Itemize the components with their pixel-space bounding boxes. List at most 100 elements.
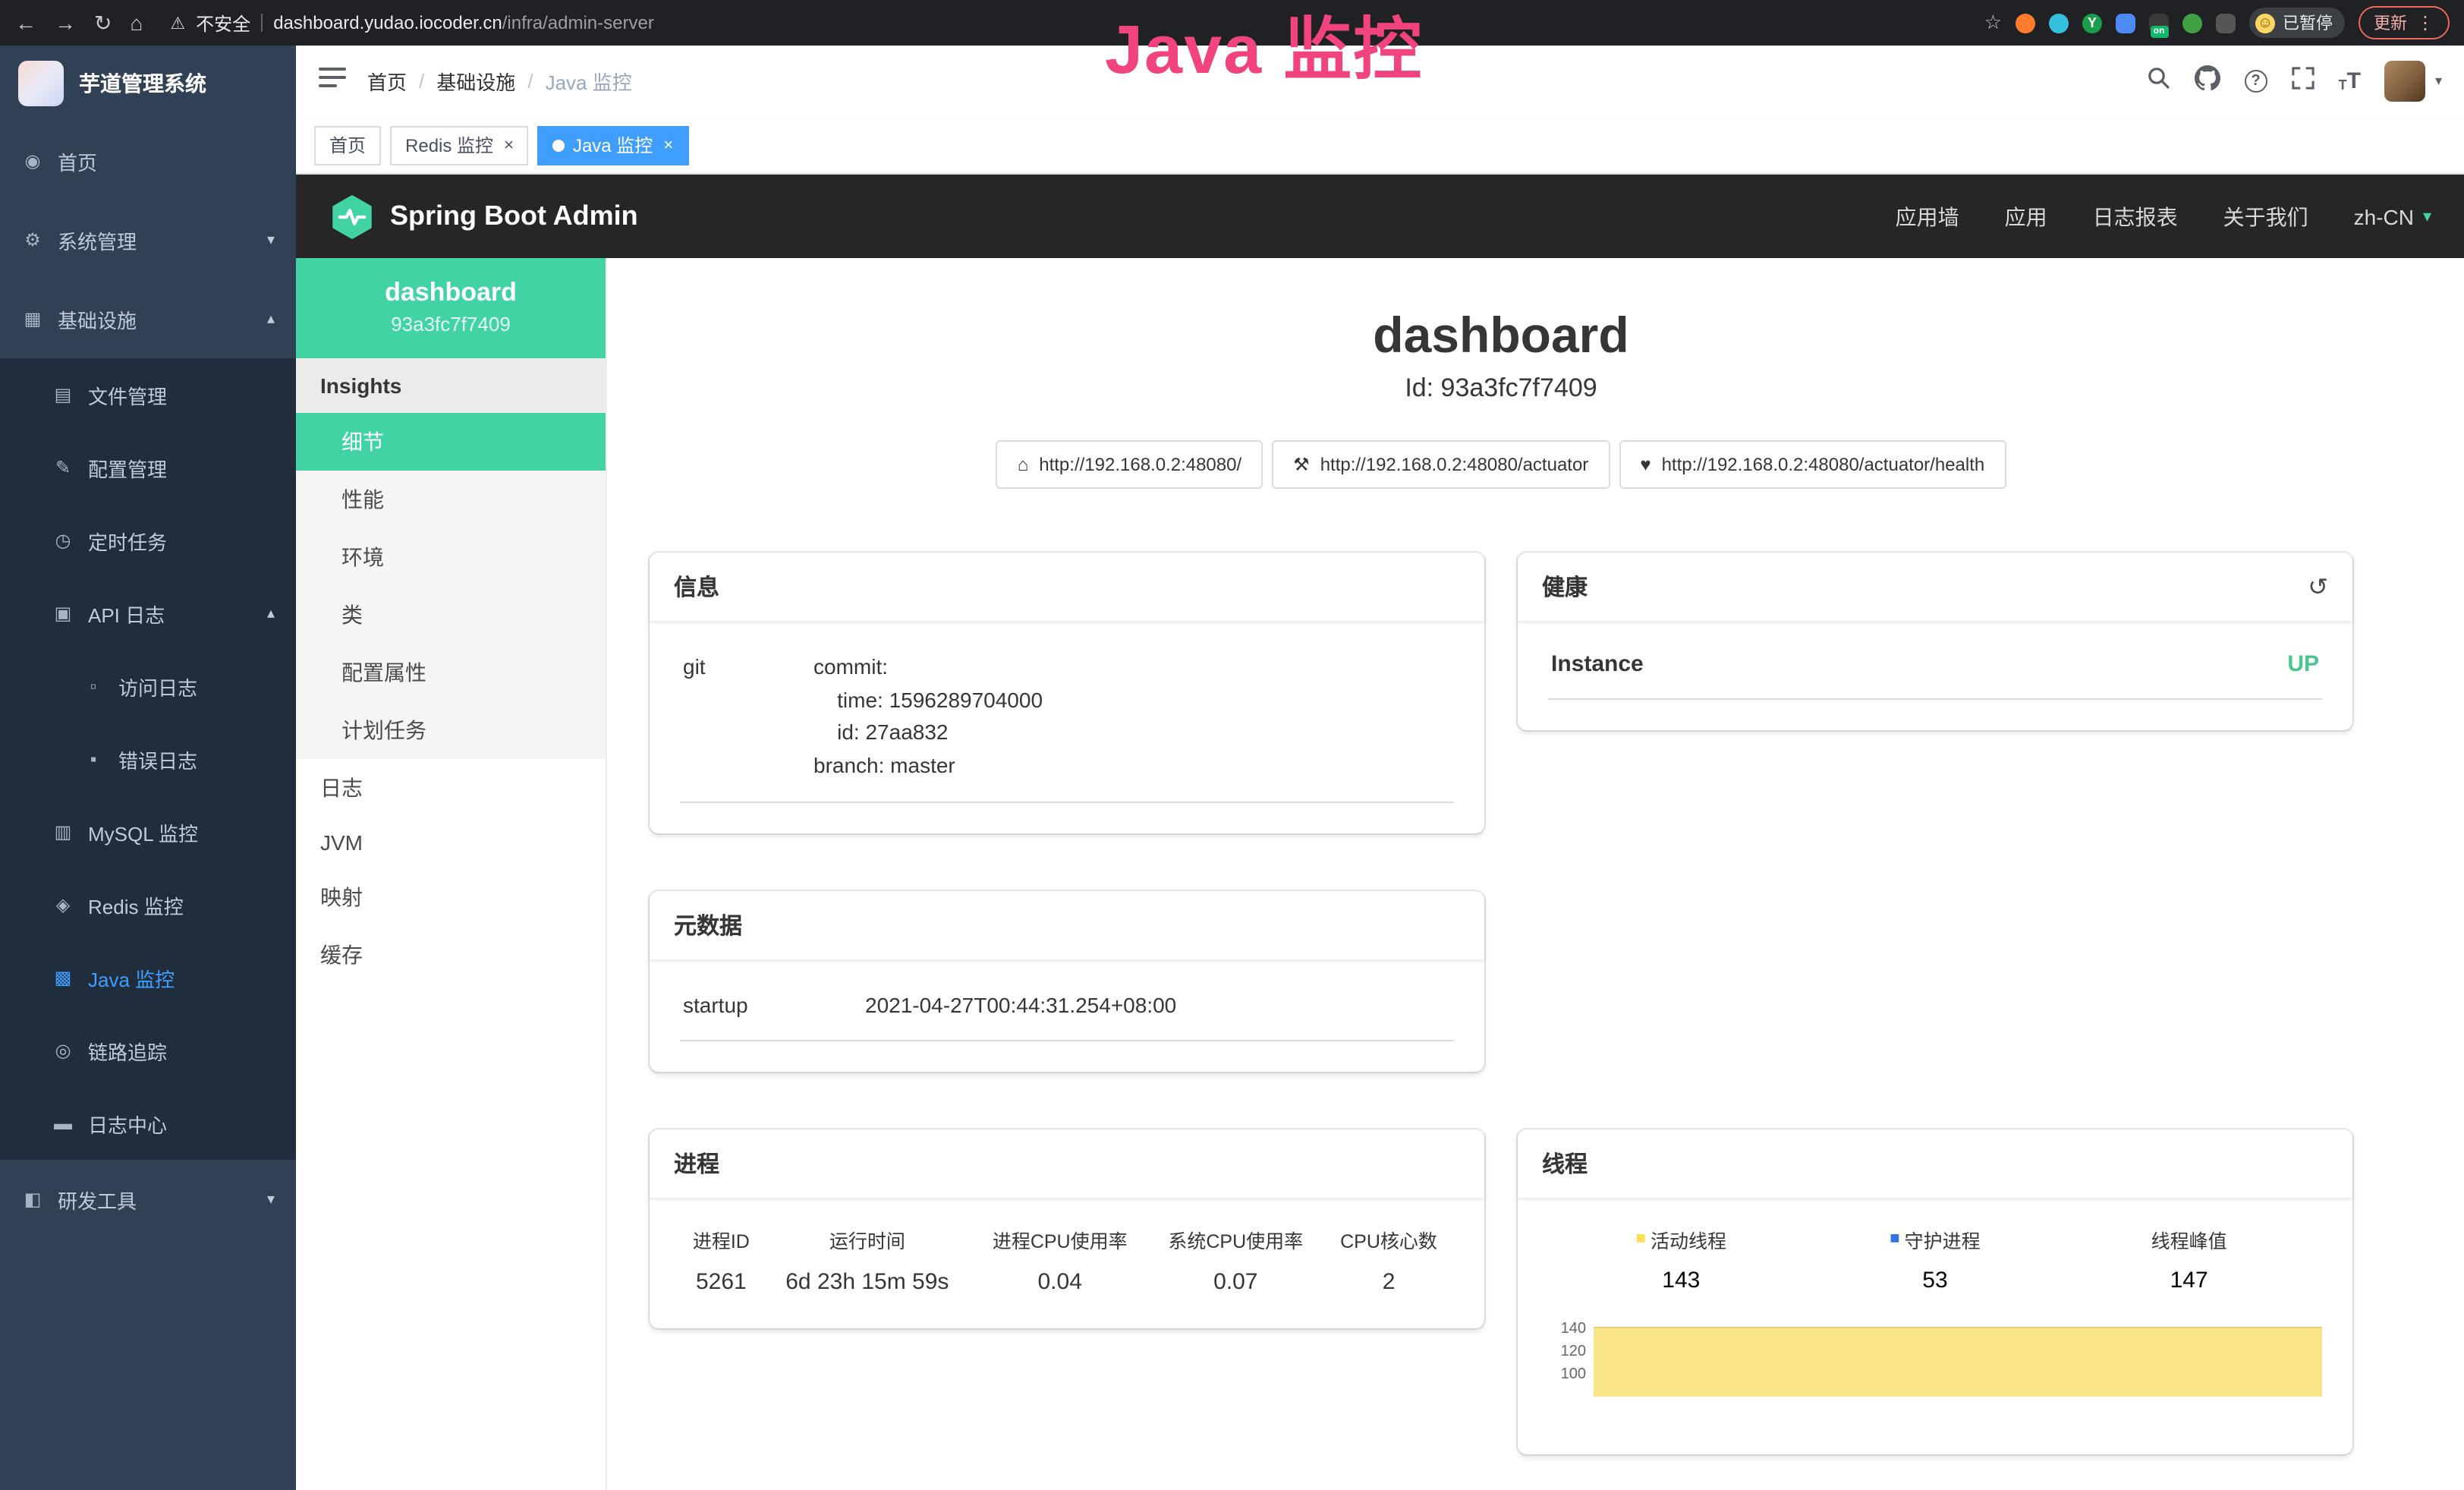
paused-badge-label: 已暂停 [2283,11,2333,35]
bookmark-star-icon[interactable]: ☆ [1984,11,2002,35]
extension-on-badge: on [2150,25,2168,37]
topbar-actions: ? TT ▾ [2146,61,2442,102]
sba-sidebar-item-caches[interactable]: 缓存 [296,926,606,984]
card-threads: 线程 ■活动线程 143 ■守护进程 [1518,1130,2352,1455]
status-badge: UP [2287,651,2319,677]
app-logo-avatar [18,61,64,106]
sidebar-item-file-management[interactable]: ▤ 文件管理 [0,358,296,431]
sba-nav-applications[interactable]: 应用 [2005,201,2047,232]
sba-sidebar-item-jvm[interactable]: JVM [296,817,606,868]
sba-sidebar-item-mappings[interactable]: 映射 [296,868,606,926]
extension-icon-grid[interactable] [2116,13,2135,33]
threads-chart-plot [1594,1318,2322,1425]
app-logo[interactable]: 芋道管理系统 [0,46,296,121]
instance-url-button[interactable]: ⌂http://192.168.0.2:48080/ [996,440,1263,489]
legend-item-daemon: ■守护进程 53 [1821,1226,2049,1294]
close-icon[interactable]: × [504,136,514,154]
sba-locale-select[interactable]: zh-CN▾ [2354,204,2431,228]
close-icon[interactable]: × [663,136,673,154]
extensions-puzzle-icon[interactable] [2216,13,2236,33]
info-value: commit: time: 1596289704000 id: 27aa832 … [813,651,1451,783]
url-text[interactable]: dashboard.yudao.iocoder.cn/infra/admin-s… [273,12,654,33]
sidebar-item-log-center[interactable]: ▬ 日志中心 [0,1087,296,1160]
sidebar-item-dev-tools[interactable]: ◧ 研发工具 ▾ [0,1160,296,1239]
github-icon[interactable] [2195,65,2220,98]
url-host: dashboard.yudao.iocoder.cn [273,12,502,33]
process-value: 2 [1323,1264,1454,1299]
fullscreen-icon[interactable] [2292,66,2315,96]
sidebar-item-api-logs[interactable]: ▣ API 日志 ▴ [0,577,296,650]
font-size-icon[interactable]: TT [2339,70,2361,93]
sba-sidebar-item-scheduled-tasks[interactable]: 计划任务 [296,701,606,759]
history-icon[interactable]: ↺ [2308,572,2328,602]
sidebar-item-redis-monitor[interactable]: ◈ Redis 监控 [0,868,296,941]
sidebar-item-label: 定时任务 [88,526,275,555]
legend-value: 143 [1567,1268,1795,1294]
browser-update-button[interactable]: 更新 ⋮ [2359,6,2450,39]
breadcrumb-infrastructure[interactable]: 基础设施 [436,67,515,96]
sidebar-item-tracing[interactable]: ◎ 链路追踪 [0,1014,296,1087]
security-warning-icon[interactable]: ⚠ [170,13,185,33]
chevron-down-icon: ▾ [2423,206,2431,226]
sba-sidebar-item-config-props[interactable]: 配置属性 [296,644,606,701]
sidebar-item-config-management[interactable]: ✎ 配置管理 [0,431,296,504]
access-log-icon: ▫ [82,676,105,697]
process-value: 0.07 [1148,1264,1324,1299]
sidebar-item-home[interactable]: ◉ 首页 [0,121,296,200]
app-sidebar: 芋道管理系统 ◉ 首页 ⚙ 系统管理 ▾ ▦ 基础设施 ▴ ▤ 文件管理 ✎ [0,46,296,1490]
sba-nav-about[interactable]: 关于我们 [2223,201,2308,232]
instance-title: dashboard [650,307,2352,364]
extension-icon-drop[interactable] [2049,13,2069,33]
sba-nav-wallboard[interactable]: 应用墙 [1896,201,1959,232]
sidebar-item-system-management[interactable]: ⚙ 系统管理 ▾ [0,200,296,279]
sba-nav-journal[interactable]: 日志报表 [2093,201,2178,232]
breadcrumb-home[interactable]: 首页 [367,67,407,96]
extension-icon-leaf[interactable] [2182,13,2202,33]
sidebar-item-scheduled-jobs[interactable]: ◷ 定时任务 [0,504,296,577]
sba-sidebar-item-environment[interactable]: 环境 [296,528,606,586]
sba-sidebar-item-metrics[interactable]: 性能 [296,471,606,528]
browser-menu-icon[interactable]: ⋮ [2416,12,2434,33]
sba-sidebar-item-loggers[interactable]: 日志 [296,759,606,817]
extension-icon-switch[interactable]: on [2149,13,2169,33]
refresh-icon[interactable]: ↻ [94,12,112,33]
log-icon: ▣ [52,603,74,624]
sidebar-item-access-logs[interactable]: ▫ 访问日志 [0,650,296,723]
forward-icon[interactable]: → [55,12,76,33]
sidebar-item-mysql-monitor[interactable]: ▥ MySQL 监控 [0,795,296,868]
extension-icon-y[interactable]: Y [2082,13,2102,33]
legend-value: 147 [2075,1268,2303,1294]
process-header: 进程CPU使用率 [972,1223,1148,1264]
sba-sidebar-item-details[interactable]: 细节 [296,413,606,471]
search-icon[interactable] [2146,65,2170,97]
metadata-key: startup [683,990,865,1022]
tab-home[interactable]: 首页 [314,125,381,165]
chevron-down-icon[interactable]: ▾ [2435,73,2442,90]
back-icon[interactable]: ← [15,12,36,33]
extension-icon-orange[interactable] [2016,13,2035,33]
tab-redis-monitor[interactable]: Redis 监控× [390,125,529,165]
error-log-icon: ▪ [82,748,105,770]
tab-label: 首页 [329,132,366,158]
sidebar-item-label: 链路追踪 [88,1036,275,1065]
hamburger-icon[interactable] [319,65,346,97]
sidebar-item-error-logs[interactable]: ▪ 错误日志 [0,723,296,795]
health-url-button[interactable]: ♥http://192.168.0.2:48080/actuator/healt… [1619,440,2006,489]
sidebar-item-infrastructure[interactable]: ▦ 基础设施 ▴ [0,279,296,358]
sba-instance-name: dashboard [311,278,590,308]
sidebar-item-label: 系统管理 [58,225,253,254]
sidebar-item-java-monitor[interactable]: ▩ Java 监控 [0,941,296,1014]
app-logo-title: 芋道管理系统 [79,68,206,99]
actuator-url-button[interactable]: ⚒http://192.168.0.2:48080/actuator [1272,440,1610,489]
help-icon[interactable]: ? [2245,70,2267,93]
paused-badge[interactable]: ☺ 已暂停 [2249,8,2345,38]
sba-instance-header[interactable]: dashboard 93a3fc7f7409 [296,258,606,358]
sba-brand[interactable]: Spring Boot Admin [390,200,638,232]
browser-home-icon[interactable]: ⌂ [130,12,143,33]
legend-square-daemon: ■ [1890,1232,1899,1249]
sba-sidebar-item-beans[interactable]: 类 [296,586,606,644]
sidebar-item-label: 访问日志 [118,672,275,701]
address-bar[interactable]: ⚠ 不安全 dashboard.yudao.iocoder.cn/infra/a… [170,10,653,36]
tab-java-monitor[interactable]: Java 监控× [538,125,688,165]
user-avatar[interactable] [2385,61,2426,102]
